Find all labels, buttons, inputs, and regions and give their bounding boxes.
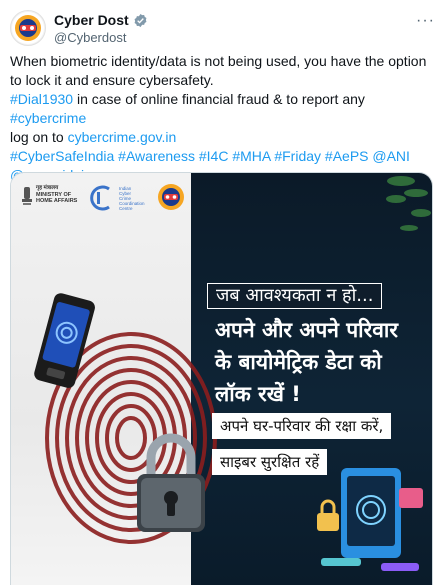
poster-tagline: साइबर सुरक्षित रहें: [212, 449, 328, 475]
more-options-icon[interactable]: ···: [416, 12, 435, 30]
security-illustration-icon: [317, 468, 423, 571]
tweet-text: When biometric identity/data is not bein…: [10, 52, 435, 185]
padlock-icon: [137, 433, 205, 532]
tweet-text-fragment: in case of online financial fraud & to r…: [73, 91, 365, 107]
plant-decoration-icon: [386, 176, 431, 231]
mha-text-line: गृह मंत्रालय: [36, 185, 59, 191]
poster-banner: जब आवश्यकता न हो...: [207, 283, 383, 309]
tweet-media-image[interactable]: गृह मंत्रालय MINISTRY OF HOME AFFAIRS In…: [10, 172, 433, 585]
tweet-text-line: log on to cybercrime.gov.in: [10, 128, 435, 147]
poster-headline: के बायोमेट्रिक डेटा को: [215, 350, 382, 374]
i4c-logo-icon: [90, 185, 110, 211]
hashtag-link[interactable]: #Dial1930: [10, 91, 73, 107]
hashtags-line[interactable]: #CyberSafeIndia #Awareness #I4C #MHA #Fr…: [10, 147, 435, 166]
portal-link[interactable]: cybercrime.gov.in: [68, 129, 177, 145]
poster-tagline: अपने घर-परिवार की रक्षा करें,: [212, 413, 392, 439]
tweet-text-line: When biometric identity/data is not bein…: [10, 53, 427, 88]
avatar[interactable]: [10, 10, 46, 46]
poster-headline: लॉक रखें !: [215, 382, 301, 406]
author-handle[interactable]: @Cyberdost: [54, 30, 126, 45]
tweet-text-line: #Dial1930 in case of online financial fr…: [10, 90, 435, 128]
cyber-dost-logo-icon: [158, 184, 184, 210]
verified-badge-icon: [134, 13, 147, 27]
tweet-text-fragment: log on to: [10, 129, 68, 145]
mha-text-line: HOME AFFAIRS: [36, 198, 78, 204]
i4c-text-line: Centre: [119, 206, 133, 211]
hashtag-link[interactable]: #cybercrime: [10, 110, 86, 126]
phone-icon: [34, 293, 95, 388]
tweet-header: Cyber Dost @Cyberdost ···: [10, 10, 435, 46]
poster-headline: अपने और अपने परिवार: [215, 318, 398, 342]
cyber-dost-logo-icon: [12, 12, 44, 44]
author-name[interactable]: Cyber Dost: [54, 12, 129, 28]
poster-logos: गृह मंत्रालय MINISTRY OF HOME AFFAIRS In…: [19, 181, 187, 217]
national-emblem-icon: [22, 187, 32, 205]
